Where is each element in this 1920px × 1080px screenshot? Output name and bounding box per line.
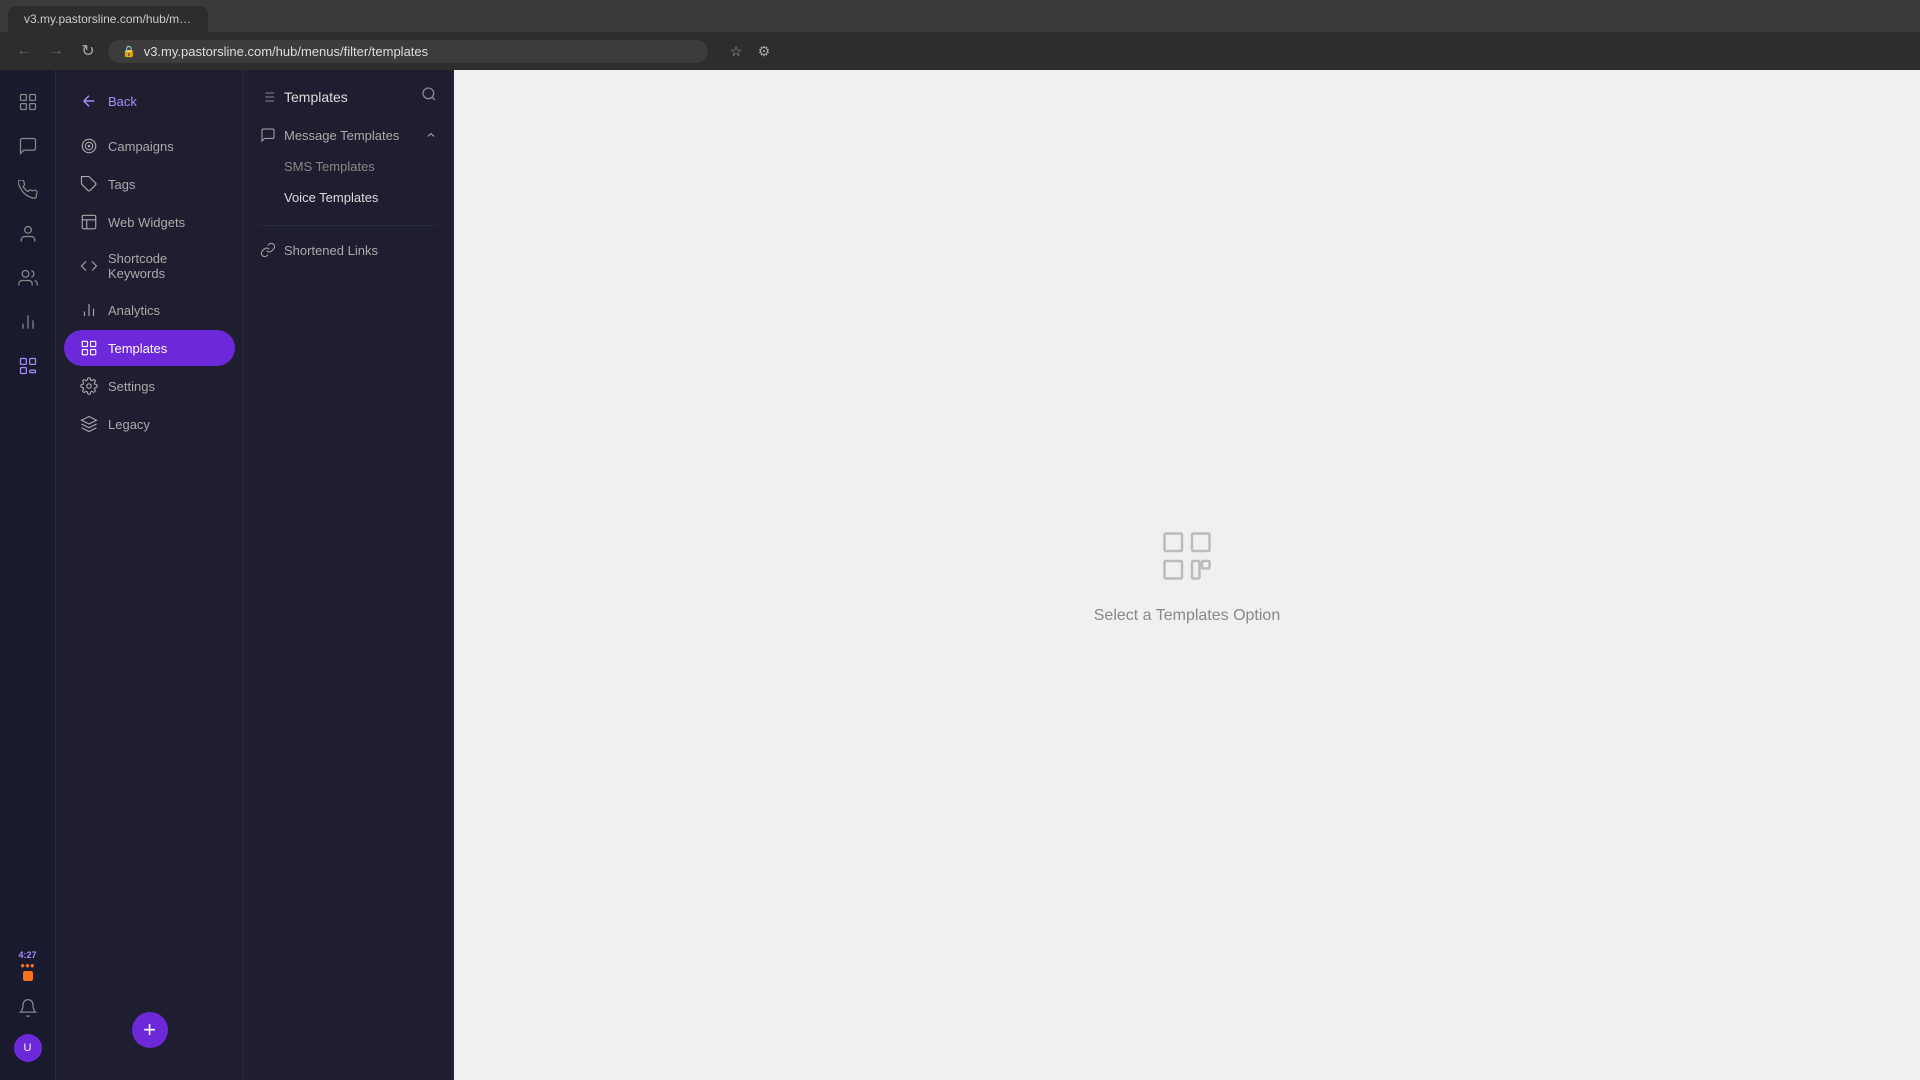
templates-panel-header: Templates [244,70,453,119]
campaigns-label: Campaigns [108,139,174,154]
back-label: Back [108,94,137,109]
add-button[interactable]: + [132,1012,168,1048]
message-templates-label: Message Templates [284,128,399,143]
extensions-icon[interactable]: ⚙ [752,39,776,63]
nav-legacy[interactable]: Legacy [64,406,235,442]
shortcode-label: Shortcode Keywords [108,251,219,281]
browser-chrome: v3.my.pastorsline.com/hub/menus/filter/t… [0,0,1920,70]
tab-bar: v3.my.pastorsline.com/hub/menus/filter/t… [0,0,1920,32]
message-templates-section: Message Templates SMS Templates Voice Te… [244,119,453,217]
list-icon [260,89,276,105]
sms-templates-label: SMS Templates [284,159,375,174]
nav-campaigns[interactable]: Campaigns [64,128,235,164]
forward-button[interactable]: → [44,39,68,63]
browser-toolbar: ← → ↻ 🔒 v3.my.pastorsline.com/hub/menus/… [0,32,1920,70]
templates-nav-label: Templates [108,341,167,356]
address-bar[interactable]: 🔒 v3.my.pastorsline.com/hub/menus/filter… [108,40,708,63]
bookmark-icon[interactable]: ☆ [724,39,748,63]
nav-back-button[interactable]: Back [64,83,235,119]
app-container: 4:27 ●●● U Back [0,70,1920,1080]
reload-button[interactable]: ↻ [76,39,100,63]
templates-panel-title: Templates [284,89,348,105]
campaigns-icon [80,137,98,155]
message-icon [260,127,276,143]
icon-bar-templates[interactable] [8,346,48,386]
plus-section: + [56,992,243,1068]
settings-label: Settings [108,379,155,394]
templates-panel: Templates Message Templates SMS Templat [244,70,454,1080]
empty-state-icon [1157,526,1217,591]
icon-bar-phone[interactable] [8,170,48,210]
shortened-links-item[interactable]: Shortened Links [244,234,453,266]
icon-bar-time: 4:27 ●●● [8,944,48,988]
message-templates-header[interactable]: Message Templates [244,119,453,151]
icon-bar-dashboard[interactable] [8,82,48,122]
web-widgets-icon [80,213,98,231]
legacy-label: Legacy [108,417,150,432]
icon-bar-bottom: 4:27 ●●● U [8,944,48,1068]
active-tab[interactable]: v3.my.pastorsline.com/hub/menus/filter/t… [8,6,208,32]
nav-templates[interactable]: Templates [64,330,235,366]
icon-bar-groups[interactable] [8,258,48,298]
tags-label: Tags [108,177,135,192]
voice-templates-item[interactable]: Voice Templates [244,182,453,213]
web-widgets-label: Web Widgets [108,215,185,230]
icon-bar: 4:27 ●●● U [0,70,56,1080]
nav-web-widgets[interactable]: Web Widgets [64,204,235,240]
time-display: 4:27 [18,951,36,960]
browser-actions: ☆ ⚙ [724,39,776,63]
tab-title: v3.my.pastorsline.com/hub/menus/filter/t… [24,12,208,26]
nav-analytics[interactable]: Analytics [64,292,235,328]
chevron-up-icon [425,129,437,141]
templates-nav-icon [80,339,98,357]
main-content: Select a Templates Option [454,70,1920,1080]
user-avatar: U [14,1034,42,1062]
shortcode-icon [80,257,98,275]
empty-state: Select a Templates Option [1094,526,1280,625]
address-text: v3.my.pastorsline.com/hub/menus/filter/t… [144,44,428,59]
link-icon [260,242,276,258]
divider [260,225,437,226]
tags-icon [80,175,98,193]
analytics-nav-label: Analytics [108,303,160,318]
sms-templates-item[interactable]: SMS Templates [244,151,453,182]
icon-bar-analytics[interactable] [8,302,48,342]
nav-tags[interactable]: Tags [64,166,235,202]
empty-state-text: Select a Templates Option [1094,607,1280,625]
nav-settings[interactable]: Settings [64,368,235,404]
back-arrow-icon [80,92,98,110]
legacy-icon [80,415,98,433]
lock-icon: 🔒 [122,45,136,58]
notification-dot [23,971,33,981]
icon-bar-avatar[interactable]: U [8,1028,48,1068]
analytics-nav-icon [80,301,98,319]
icon-bar-messages[interactable] [8,126,48,166]
nav-shortcode-keywords[interactable]: Shortcode Keywords [64,242,235,290]
back-button[interactable]: ← [12,39,36,63]
templates-title-group: Templates [260,89,348,105]
settings-icon [80,377,98,395]
voice-templates-label: Voice Templates [284,190,378,205]
nav-sidebar: Back Campaigns Tags Web Widgets [56,70,244,1080]
icon-bar-contacts[interactable] [8,214,48,254]
icon-bar-bell[interactable] [8,988,48,1028]
search-icon [421,86,437,102]
search-button[interactable] [421,86,437,107]
shortened-links-label: Shortened Links [284,243,378,258]
